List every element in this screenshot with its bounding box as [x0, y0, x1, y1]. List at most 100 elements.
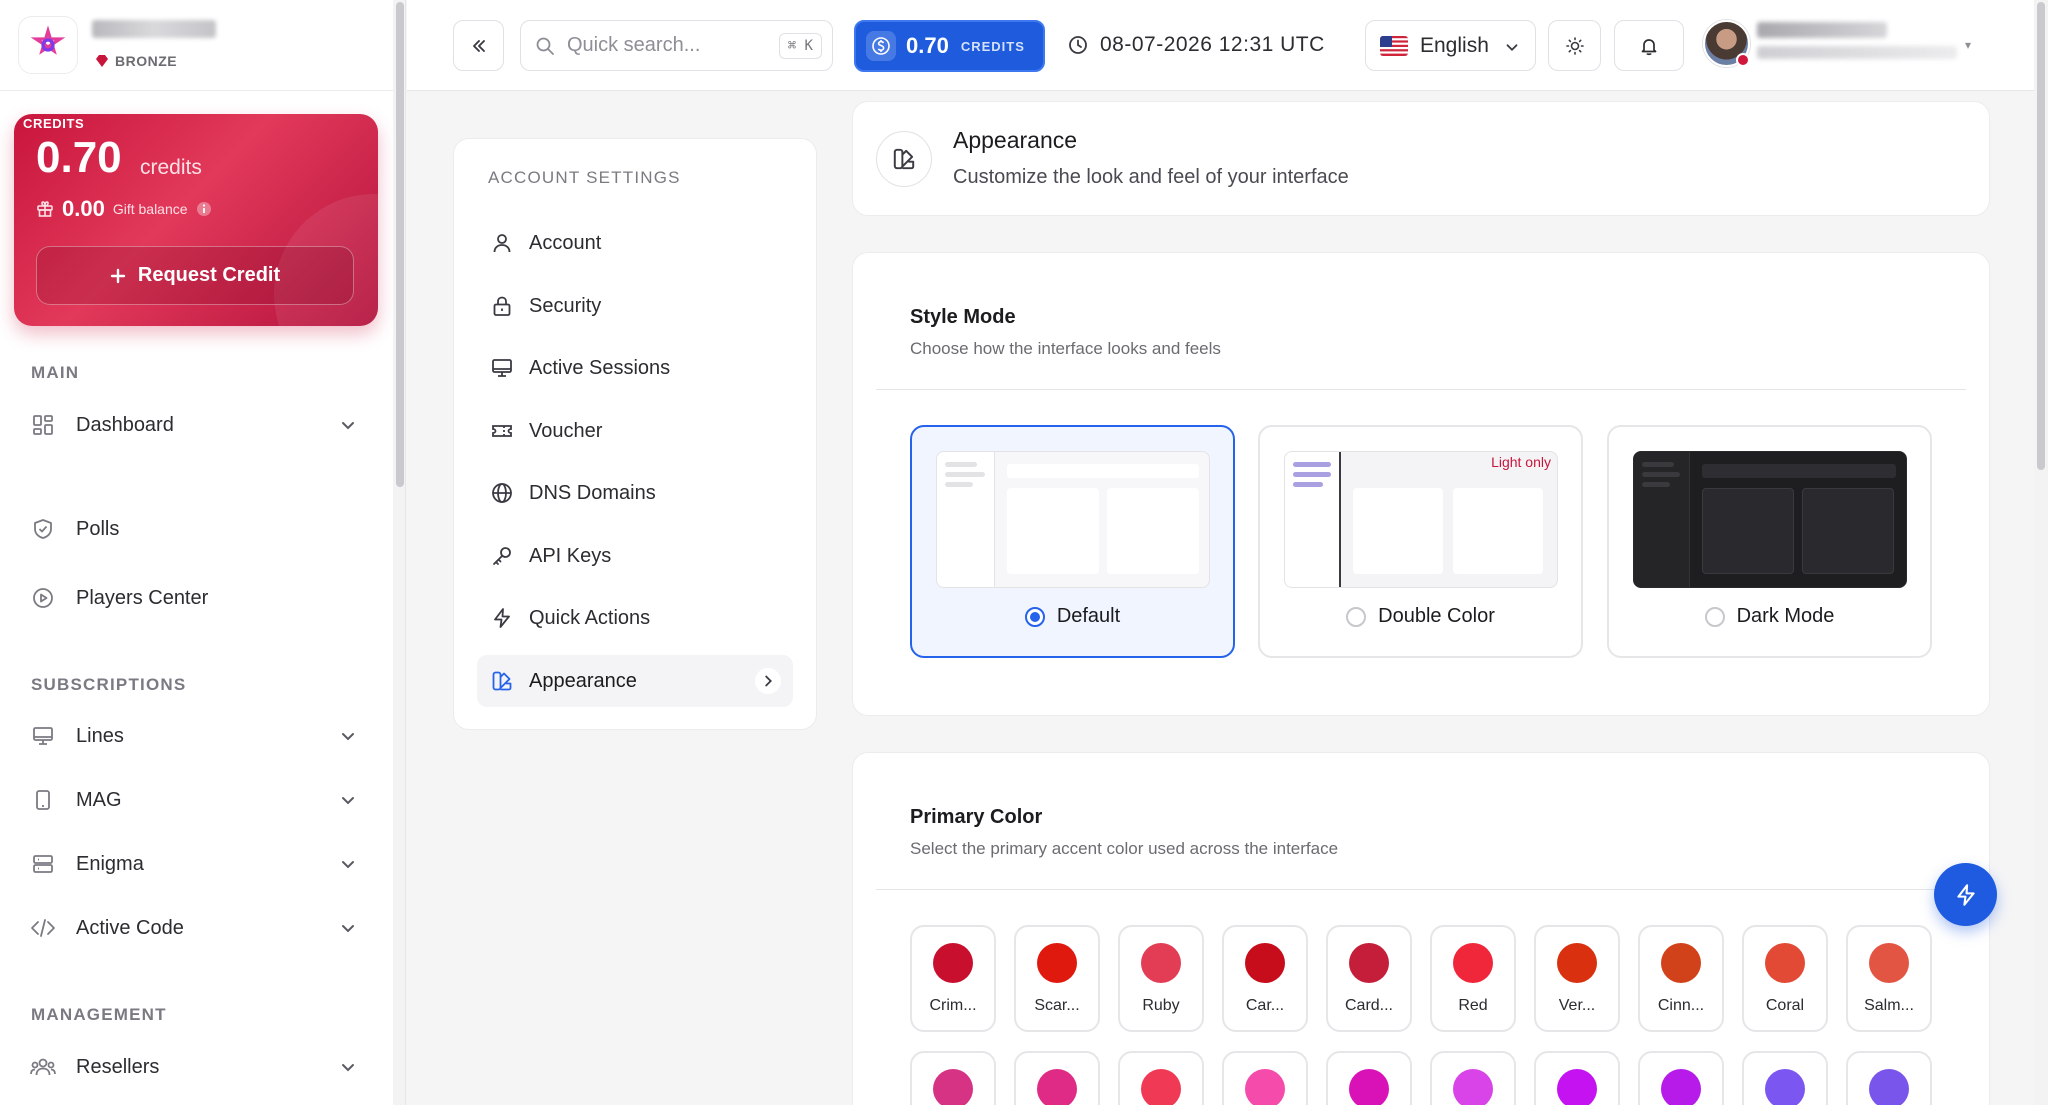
gift-amount: 0.00 [62, 196, 105, 221]
color-dot [1765, 1069, 1805, 1105]
color-swatch[interactable]: Card... [1326, 925, 1412, 1032]
color-swatch[interactable] [1326, 1051, 1412, 1105]
color-swatch[interactable]: Cinn... [1638, 925, 1724, 1032]
credit-card-label: CREDITS [23, 116, 85, 131]
color-swatch[interactable] [1742, 1051, 1828, 1105]
settings-item-appearance[interactable]: Appearance [477, 655, 793, 707]
color-name: Scar... [1034, 997, 1080, 1014]
ticket-icon [489, 418, 515, 444]
theme-toggle-button[interactable] [1548, 20, 1601, 71]
sidebar-item-label: Active Code [76, 916, 184, 939]
gift-label: Gift balance [112, 201, 188, 217]
sidebar-item-label: Resellers [76, 1055, 160, 1078]
plus-icon [110, 268, 126, 284]
notifications-button[interactable] [1614, 20, 1684, 71]
color-swatch[interactable] [1118, 1051, 1204, 1105]
color-swatch[interactable] [1430, 1051, 1516, 1105]
settings-item-active-sessions[interactable]: Active Sessions [477, 342, 793, 394]
sidebar-item-active-code[interactable]: Active Code [30, 908, 366, 948]
user-email-redacted [1757, 46, 1957, 59]
settings-item-account[interactable]: Account [477, 217, 793, 269]
color-name: Car... [1245, 997, 1285, 1014]
sidebar-item-lines[interactable]: Lines [30, 716, 366, 756]
brand-logo[interactable] [18, 16, 78, 74]
status-dot [1736, 53, 1750, 67]
settings-item-label: Account [529, 231, 602, 254]
settings-item-label: Active Sessions [529, 356, 671, 379]
coin-icon [866, 31, 896, 61]
color-swatch[interactable]: Ver... [1534, 925, 1620, 1032]
section-title-main: MAIN [31, 363, 80, 382]
color-swatch[interactable] [1014, 1051, 1100, 1105]
color-name: Card... [1344, 997, 1393, 1014]
default-preview [936, 451, 1210, 588]
color-swatch[interactable]: Crim... [910, 925, 996, 1032]
color-name: Ver... [1558, 997, 1596, 1014]
color-dot [1765, 943, 1805, 983]
sidebar-scrollbar-thumb[interactable] [396, 2, 404, 487]
us-flag-icon [1380, 35, 1408, 56]
main-scrollbar-thumb[interactable] [2037, 2, 2045, 470]
color-dot [1557, 943, 1597, 983]
sidebar-item-resellers[interactable]: Resellers [30, 1047, 366, 1087]
search-shortcut: ⌘ K [778, 33, 822, 59]
color-swatch[interactable]: Scar... [1014, 925, 1100, 1032]
sidebar-item-players-center[interactable]: Players Center [30, 578, 366, 618]
color-swatch[interactable] [1534, 1051, 1620, 1105]
sidebar-item-polls[interactable]: Polls [30, 509, 366, 549]
sidebar-item-label: Enigma [76, 852, 144, 875]
color-swatch[interactable] [1846, 1051, 1932, 1105]
color-swatch[interactable]: Salm... [1846, 925, 1932, 1032]
quick-search[interactable]: ⌘ K [520, 20, 833, 71]
color-swatch[interactable]: Red [1430, 925, 1516, 1032]
monitor-icon [489, 355, 515, 381]
settings-item-api-keys[interactable]: API Keys [477, 530, 793, 582]
page-title: Appearance [953, 127, 1078, 153]
quick-actions-fab[interactable] [1934, 863, 1997, 926]
collapse-sidebar-button[interactable] [453, 20, 504, 71]
radio-default[interactable] [1024, 606, 1045, 627]
request-credit-button[interactable]: Request Credit [36, 246, 354, 305]
color-swatch[interactable] [1638, 1051, 1724, 1105]
color-swatch[interactable] [910, 1051, 996, 1105]
datetime-text: 08-07-2026 12:31 UTC [1100, 33, 1325, 56]
settings-item-quick-actions[interactable]: Quick Actions [477, 592, 793, 644]
settings-item-dns-domains[interactable]: DNS Domains [477, 467, 793, 519]
chevron-right-icon [755, 668, 781, 694]
sidebar-item-enigma[interactable]: Enigma [30, 844, 366, 884]
radio-double-color[interactable] [1346, 606, 1367, 627]
info-icon[interactable] [196, 201, 212, 217]
sun-icon [1565, 36, 1585, 56]
brand-header: BRONZE [0, 0, 393, 91]
language-select[interactable]: English [1365, 20, 1536, 71]
settings-item-voucher[interactable]: Voucher [477, 405, 793, 457]
sidebar-item-dashboard[interactable]: Dashboard [30, 405, 366, 445]
style-option-dark-mode[interactable]: Dark Mode [1607, 425, 1932, 658]
color-swatch[interactable] [1222, 1051, 1308, 1105]
bell-icon [1639, 36, 1659, 56]
sidebar-item-mag[interactable]: MAG [30, 780, 366, 820]
color-swatch[interactable]: Ruby [1118, 925, 1204, 1032]
user-menu[interactable]: ▾ [1703, 20, 1971, 67]
bolt-icon [489, 605, 515, 631]
style-option-label: Dark Mode [1736, 605, 1835, 627]
settings-item-security[interactable]: Security [477, 280, 793, 332]
color-dot [1453, 1069, 1493, 1105]
divider [876, 389, 1966, 390]
color-swatch[interactable]: Car... [1222, 925, 1308, 1032]
sidebar: BRONZE CREDITS 0.70 credits 0.00 Gift ba… [0, 0, 406, 1105]
page-subtitle: Customize the look and feel of your inte… [953, 166, 1349, 188]
request-credit-label: Request Credit [137, 264, 281, 286]
chevron-down-icon [1503, 38, 1521, 56]
user-name-redacted [1757, 22, 1887, 38]
search-input[interactable] [567, 34, 777, 57]
style-option-double-color[interactable]: Light only Double Color [1258, 425, 1583, 658]
style-option-default[interactable]: Default [910, 425, 1235, 658]
sidebar-item-label: Lines [76, 724, 124, 747]
radio-dark-mode[interactable] [1704, 606, 1725, 627]
color-dot [1661, 943, 1701, 983]
credits-button[interactable]: 0.70 CREDITS [854, 20, 1045, 72]
gift-balance: 0.00 Gift balance [36, 196, 212, 222]
users-icon [30, 1054, 56, 1080]
color-swatch[interactable]: Coral [1742, 925, 1828, 1032]
